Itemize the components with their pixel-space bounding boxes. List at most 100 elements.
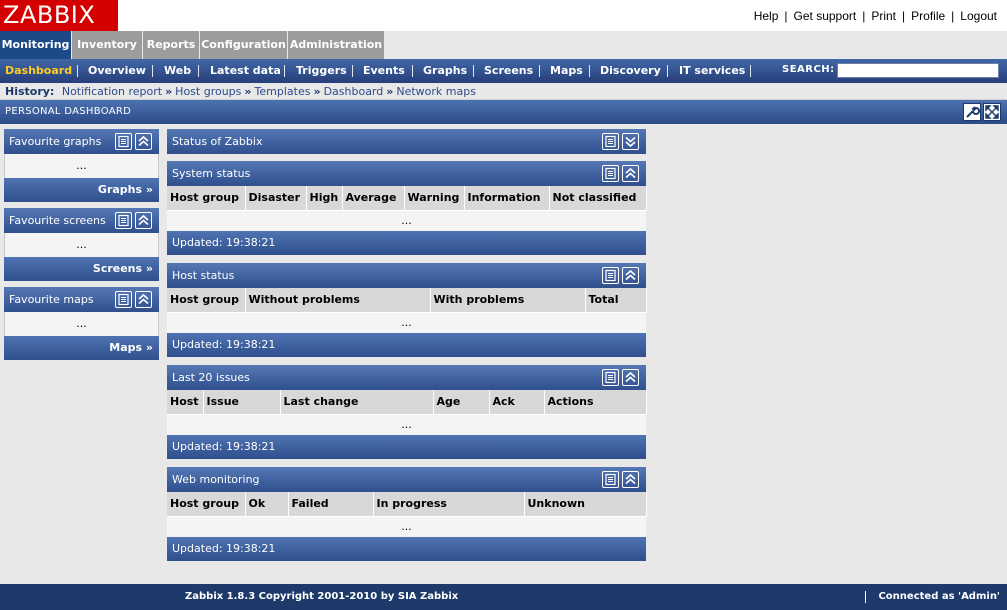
submenu-latest-data[interactable]: Latest data bbox=[210, 59, 281, 83]
widget-title: Web monitoring bbox=[172, 473, 260, 486]
screens-link[interactable]: Screens » bbox=[93, 257, 153, 281]
print-link[interactable]: Print bbox=[871, 9, 896, 23]
connected-as-text: Connected as 'Admin' bbox=[878, 591, 1000, 602]
collapse-icon[interactable] bbox=[135, 133, 152, 150]
main-menu: Monitoring Inventory Reports Configurati… bbox=[0, 31, 1007, 59]
menu-icon[interactable] bbox=[115, 133, 132, 150]
menu-icon[interactable] bbox=[115, 291, 132, 308]
submenu-triggers[interactable]: Triggers bbox=[296, 59, 347, 83]
tab-reports[interactable]: Reports bbox=[143, 31, 200, 59]
menu-icon[interactable] bbox=[602, 133, 619, 150]
double-arrow-icon: » bbox=[313, 85, 321, 98]
widget-footer: Screens » bbox=[4, 257, 159, 281]
submenu-dashboard[interactable]: Dashboard bbox=[5, 59, 72, 83]
submenu-web[interactable]: Web bbox=[164, 59, 191, 83]
double-arrow-icon: » bbox=[244, 85, 252, 98]
submenu-discovery[interactable]: Discovery bbox=[600, 59, 661, 83]
submenu-it-services[interactable]: IT services bbox=[679, 59, 745, 83]
table-header-row: Host group Ok Failed In progress Unknown bbox=[167, 492, 647, 517]
column-header: High bbox=[306, 186, 343, 211]
table-row: ... bbox=[167, 312, 646, 333]
collapse-icon[interactable] bbox=[622, 267, 639, 284]
favourite-screens-widget: Favourite screens ... Screens » bbox=[4, 208, 159, 281]
separator: | bbox=[784, 9, 788, 23]
submenu-separator bbox=[198, 65, 199, 77]
top-header: ZABBIX Help | Get support | Print | Profile | Lo… bbox=[0, 0, 1007, 31]
column-header: Not classified bbox=[549, 186, 647, 211]
empty-cell: ... bbox=[167, 210, 646, 231]
collapse-icon[interactable] bbox=[135, 212, 152, 229]
submenu-separator bbox=[352, 65, 353, 77]
zabbix-logo[interactable]: ZABBIX bbox=[0, 0, 118, 31]
submenu-separator bbox=[539, 65, 540, 77]
widget-body: ... bbox=[4, 154, 159, 178]
collapse-icon[interactable] bbox=[622, 471, 639, 488]
widget-title: Favourite graphs bbox=[9, 135, 102, 148]
column-header: In progress bbox=[373, 492, 525, 517]
web-monitoring-table: Host group Ok Failed In progress Unknown… bbox=[167, 492, 647, 537]
submenu-overview[interactable]: Overview bbox=[88, 59, 146, 83]
collapse-icon[interactable] bbox=[622, 165, 639, 182]
double-arrow-icon: » bbox=[165, 85, 173, 98]
column-header: Host group bbox=[167, 288, 246, 313]
submenu-separator bbox=[77, 65, 78, 77]
submenu-screens[interactable]: Screens bbox=[484, 59, 533, 83]
get-support-link[interactable]: Get support bbox=[794, 9, 857, 23]
column-header: Host bbox=[167, 390, 204, 415]
menu-icon[interactable] bbox=[602, 471, 619, 488]
menu-icon[interactable] bbox=[602, 267, 619, 284]
menu-icon[interactable] bbox=[602, 369, 619, 386]
submenu-separator bbox=[589, 65, 590, 77]
widget-header: Favourite graphs bbox=[4, 129, 159, 154]
history-item-network-maps[interactable]: Network maps bbox=[396, 85, 476, 98]
tab-monitoring[interactable]: Monitoring bbox=[0, 31, 72, 59]
table-row: ... bbox=[167, 414, 646, 435]
collapse-icon[interactable] bbox=[135, 291, 152, 308]
copyright-text: Zabbix 1.8.3 Copyright 2001-2010 by SIA … bbox=[185, 591, 459, 602]
widget-header: Last 20 issues bbox=[167, 365, 646, 390]
tab-administration[interactable]: Administration bbox=[288, 31, 385, 59]
column-header: Total bbox=[585, 288, 647, 313]
updated-time: Updated: 19:38:21 bbox=[172, 338, 276, 351]
profile-link[interactable]: Profile bbox=[911, 9, 945, 23]
help-link[interactable]: Help bbox=[754, 9, 779, 23]
history-item-host-groups[interactable]: Host groups bbox=[175, 85, 241, 98]
submenu-graphs[interactable]: Graphs bbox=[423, 59, 467, 83]
submenu-separator bbox=[412, 65, 413, 77]
separator: | bbox=[862, 9, 866, 23]
fullscreen-icon[interactable] bbox=[983, 103, 1001, 121]
widget-header: Favourite maps bbox=[4, 287, 159, 312]
favourite-maps-widget: Favourite maps ... Maps » bbox=[4, 287, 159, 360]
history-item-templates[interactable]: Templates bbox=[255, 85, 311, 98]
last-issues-table: Host Issue Last change Age Ack Actions .… bbox=[167, 390, 647, 435]
menu-icon[interactable] bbox=[602, 165, 619, 182]
empty-cell: ... bbox=[167, 312, 646, 333]
tab-inventory[interactable]: Inventory bbox=[72, 31, 143, 59]
logout-link[interactable]: Logout bbox=[960, 9, 997, 23]
column-header: Host group bbox=[167, 186, 246, 211]
tab-configuration[interactable]: Configuration bbox=[200, 31, 288, 59]
page-title: PERSONAL DASHBOARD bbox=[5, 106, 132, 117]
search-input[interactable] bbox=[837, 63, 999, 78]
submenu-events[interactable]: Events bbox=[363, 59, 405, 83]
table-row: ... bbox=[167, 210, 646, 231]
search-label: SEARCH: bbox=[782, 64, 835, 75]
submenu-maps[interactable]: Maps bbox=[550, 59, 583, 83]
zabbix-app: ZABBIX Help | Get support | Print | Profile | Lo… bbox=[0, 0, 1007, 610]
graphs-link[interactable]: Graphs » bbox=[98, 178, 153, 202]
widget-header: Host status bbox=[167, 263, 646, 288]
menu-icon[interactable] bbox=[115, 212, 132, 229]
empty-cell: ... bbox=[167, 414, 646, 435]
history-breadcrumb: History: Notification report» Host groups… bbox=[0, 83, 1007, 100]
wrench-icon[interactable] bbox=[963, 103, 981, 121]
collapse-icon[interactable] bbox=[622, 369, 639, 386]
widget-footer: Maps » bbox=[4, 336, 159, 360]
history-item-dashboard[interactable]: Dashboard bbox=[324, 85, 384, 98]
table-row: ... bbox=[167, 516, 646, 537]
column-header: Disaster bbox=[245, 186, 307, 211]
column-header: Age bbox=[433, 390, 490, 415]
maps-link[interactable]: Maps » bbox=[109, 336, 153, 360]
history-item-notification-report[interactable]: Notification report bbox=[62, 85, 162, 98]
column-header: Warning bbox=[404, 186, 465, 211]
expand-icon[interactable] bbox=[622, 133, 639, 150]
